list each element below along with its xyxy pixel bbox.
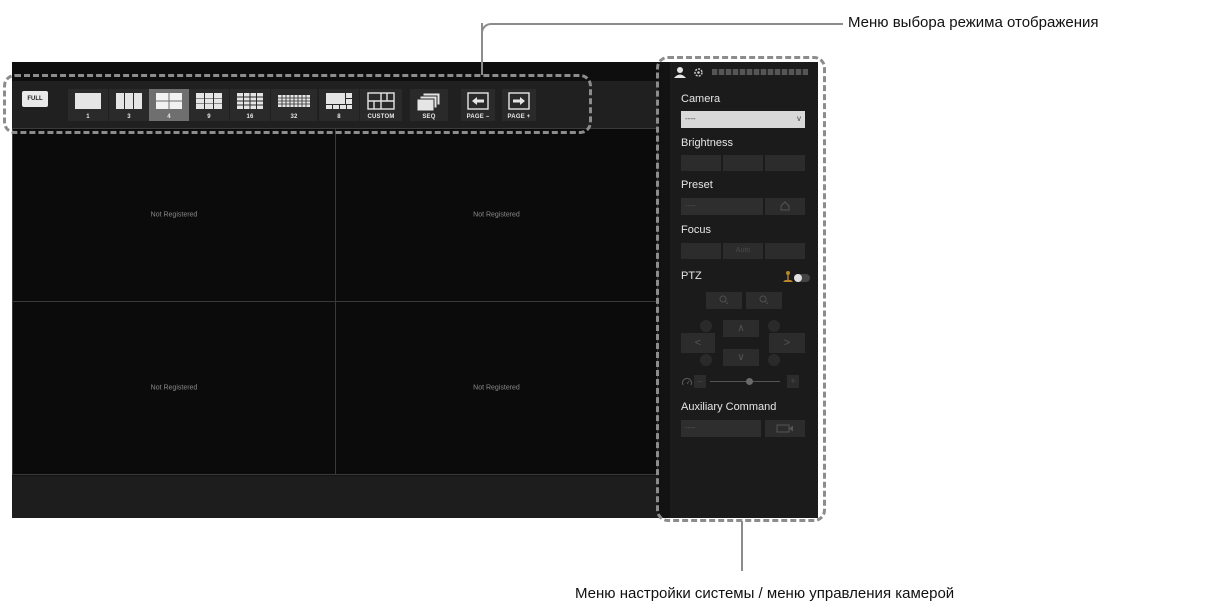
cell-status-text: Not Registered: [150, 384, 198, 392]
video-cell[interactable]: Not Registered: [335, 301, 658, 475]
cell-status-text: Not Registered: [150, 211, 198, 219]
panel-highlight: [656, 56, 826, 522]
callout-line-bottom: [741, 521, 743, 571]
system-camera-callout: Меню настройки системы / меню управления…: [575, 585, 955, 602]
display-mode-highlight: [3, 74, 592, 134]
callout-line: [481, 23, 483, 25]
cell-status-text: Not Registered: [473, 384, 520, 392]
video-grid: Not Registered Not Registered Not Regist…: [12, 128, 658, 475]
callout-line-top: [481, 23, 843, 37]
video-cell[interactable]: Not Registered: [12, 301, 336, 475]
video-cell[interactable]: Not Registered: [335, 128, 658, 302]
video-cell[interactable]: Not Registered: [12, 128, 336, 302]
cell-status-text: Not Registered: [473, 211, 520, 219]
display-mode-callout: Меню выбора режима отображения: [848, 14, 1099, 31]
bottom-bar: [12, 476, 658, 518]
